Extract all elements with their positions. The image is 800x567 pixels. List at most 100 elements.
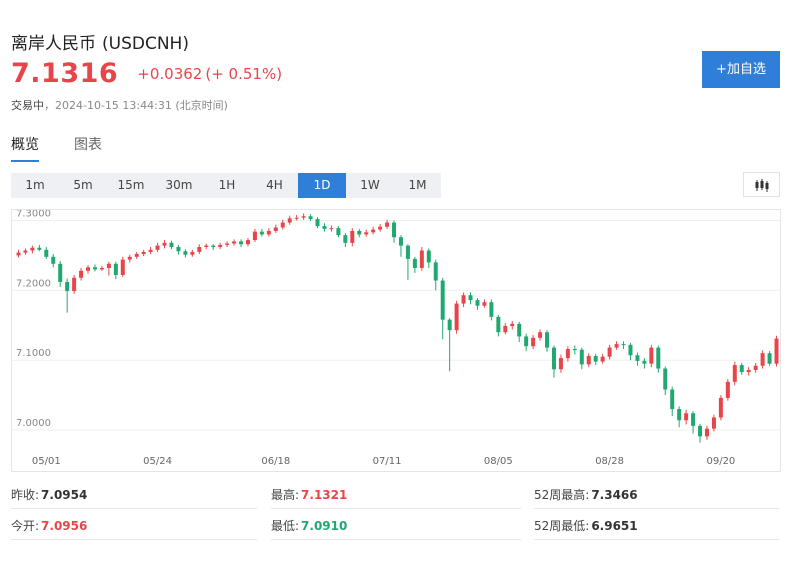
candle-body (468, 295, 473, 301)
candle-body (51, 256, 56, 264)
candle-body (336, 228, 341, 236)
candle-body (621, 344, 626, 346)
candle-body (440, 280, 445, 320)
candle-body (774, 338, 779, 364)
candle-body (524, 336, 529, 347)
tab-overview[interactable]: 概览 (11, 134, 39, 154)
stat-52w-low-label: 52周最低: (534, 519, 590, 533)
candle-body (475, 300, 480, 306)
stat-prev-close-value: 7.0954 (41, 488, 88, 502)
candle-body (461, 295, 466, 304)
candlestick-chart: 7.3000 7.2000 7.1000 7.0000 05/01 05/24 06/18 0… (12, 210, 780, 467)
timeframe-1m[interactable]: 1m (11, 173, 59, 198)
trade-colon: ， (44, 99, 55, 112)
candle-body (190, 251, 195, 255)
candlestick-icon (755, 179, 769, 192)
candle-body (211, 245, 216, 248)
candle-body (65, 281, 70, 292)
timeframe-1mo[interactable]: 1M (394, 173, 441, 198)
candle-body (691, 413, 696, 426)
timeframe-1w[interactable]: 1W (346, 173, 394, 198)
candle-body (197, 247, 202, 252)
candle-body (162, 242, 167, 246)
candle-body (315, 219, 320, 227)
timeframe-1d[interactable]: 1D (298, 173, 346, 198)
candle-body (252, 231, 257, 241)
candle-body (378, 226, 383, 230)
timeframe-5m[interactable]: 5m (59, 173, 107, 198)
stat-52w-high-label: 52周最高: (534, 488, 590, 502)
candle-body (579, 349, 584, 365)
x-tick-label: 08/05 (484, 456, 513, 467)
tab-chart[interactable]: 图表 (74, 134, 102, 154)
candle-body (517, 323, 522, 337)
candle-body (545, 332, 550, 348)
view-tabs: 概览 图表 (11, 134, 780, 162)
candle-body (433, 262, 438, 281)
candle-body (663, 368, 668, 390)
add-watchlist-button[interactable]: +加自选 (702, 51, 780, 88)
stat-divider (534, 508, 780, 509)
timeframe-4h[interactable]: 4H (251, 173, 298, 198)
candle-body (106, 263, 111, 268)
candle-body (44, 249, 49, 257)
candle-body (551, 347, 556, 370)
candle-body (287, 218, 292, 223)
candle-body (753, 365, 758, 370)
candle-body (134, 254, 139, 257)
candle-body (385, 222, 390, 227)
price-change-abs: +0.0362 (137, 65, 203, 83)
candle-body (454, 303, 459, 331)
trade-status: 交易中，2024-10-15 13:44:31 (北京时间) (11, 97, 228, 113)
trade-timestamp: 2024-10-15 13:44:31 (北京时间) (55, 99, 228, 112)
candle-body (698, 425, 703, 437)
candle-body (392, 222, 397, 238)
candle-body (412, 258, 417, 268)
candle-body (273, 227, 278, 231)
price-change-pct: (+ 0.51%) (205, 65, 283, 83)
y-tick-label: 7.2000 (16, 278, 51, 289)
candle-body (99, 267, 104, 270)
candle-body (294, 217, 299, 219)
candle-body (30, 247, 35, 251)
stat-divider (271, 539, 521, 540)
chart-type-button[interactable] (743, 172, 780, 197)
y-tick-label: 7.3000 (16, 210, 51, 219)
instrument-code: (USDCNH) (102, 34, 189, 54)
timeframe-30m[interactable]: 30m (155, 173, 203, 198)
candle-body (767, 353, 772, 364)
timeframe-1h[interactable]: 1H (203, 173, 251, 198)
candle-body (760, 353, 765, 366)
candle-body (531, 337, 536, 347)
candle-body (58, 263, 63, 282)
candle-body (350, 230, 355, 243)
candle-body (343, 235, 348, 243)
candle-body (558, 358, 563, 370)
price-chart[interactable]: 7.3000 7.2000 7.1000 7.0000 05/01 05/24 06/18 0… (11, 209, 781, 472)
stat-52w-low-value: 6.9651 (591, 519, 638, 533)
stat-divider (271, 508, 521, 509)
candle-body (239, 241, 244, 245)
y-tick-label: 7.1000 (16, 348, 51, 359)
stat-divider (534, 539, 780, 540)
stat-high-label: 最高: (271, 488, 300, 502)
candle-body (398, 237, 403, 246)
candle-body (482, 302, 487, 306)
candle-body (677, 409, 682, 421)
candle-body (419, 250, 424, 268)
stat-low: 最低: 7.0910 (271, 517, 347, 534)
candle-body (739, 365, 744, 373)
candle-body (538, 332, 543, 338)
candle-body (746, 369, 751, 373)
candle-body (607, 347, 612, 357)
candle-body (718, 397, 723, 418)
x-tick-label: 08/28 (595, 456, 624, 467)
stat-low-label: 最低: (271, 519, 300, 533)
candle-body (586, 355, 591, 365)
stat-divider (11, 508, 257, 509)
candle-body (176, 247, 181, 252)
candle-body (649, 347, 654, 364)
candle-body (329, 228, 334, 230)
candle-body (204, 245, 209, 248)
timeframe-15m[interactable]: 15m (107, 173, 155, 198)
